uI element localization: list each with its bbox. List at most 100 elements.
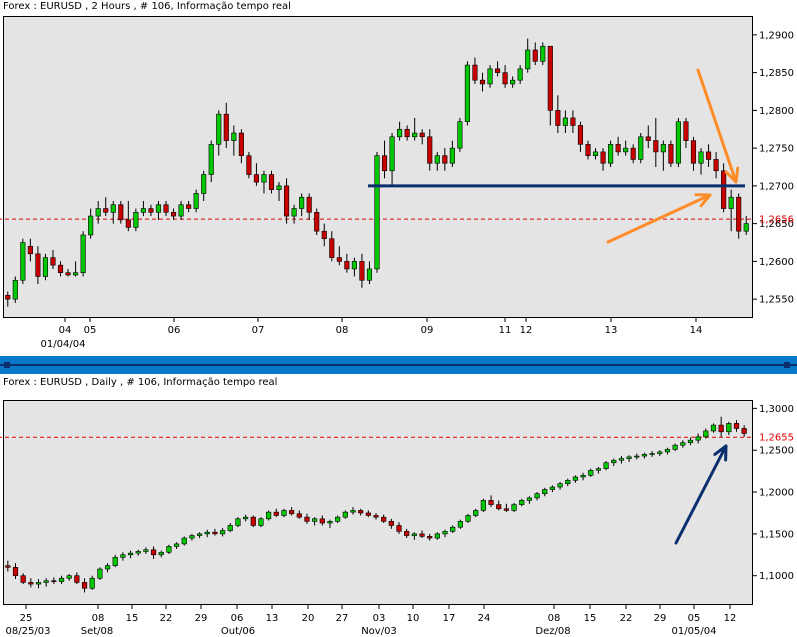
candle-up [120, 554, 126, 558]
splitter-handle-left[interactable] [4, 362, 10, 368]
candle-up [158, 551, 164, 556]
candle-down [57, 264, 64, 273]
x-date-label: 01/04/04 [41, 339, 86, 350]
candle-down [645, 136, 651, 141]
x-tick-label: 08 [92, 613, 105, 624]
candle-down [630, 147, 636, 160]
x-tick-label: 03 [373, 613, 386, 624]
hourly-chart-panel: Forex : EURUSD , 2 Hours , # 106, Inform… [0, 0, 797, 354]
candle-down [321, 230, 327, 240]
x-tick-label: 29 [654, 613, 667, 624]
candle-down [35, 253, 41, 277]
candle-up [534, 493, 540, 499]
candle-down [304, 516, 310, 522]
candle-up [641, 454, 648, 457]
x-tick-label: 13 [266, 613, 279, 624]
candle-down [118, 204, 124, 221]
x-tick-label: 27 [336, 613, 349, 624]
candle-down [5, 295, 11, 300]
x-tick-label: 08 [336, 325, 349, 336]
y-tick-label: 1,2550 [759, 295, 794, 306]
candle-down [81, 582, 88, 589]
candle-up [350, 510, 356, 513]
candle-up [389, 136, 395, 172]
x-tick-label: 12 [724, 613, 737, 624]
y-tick-label: 1,2750 [759, 144, 794, 155]
candle-down [404, 128, 410, 138]
candle-up [672, 444, 678, 450]
candle-up [457, 521, 463, 528]
candle-down [296, 513, 302, 518]
candle-up [261, 174, 267, 183]
candle-up [89, 577, 95, 589]
x-tick-label: 09 [421, 325, 434, 336]
candle-down [212, 531, 218, 535]
candle-up [511, 504, 517, 511]
panel-separator[interactable] [0, 354, 797, 376]
candle-down [532, 49, 538, 62]
candle-up [634, 455, 640, 458]
candle-down [488, 500, 494, 505]
candle-up [351, 261, 357, 270]
candle-down [268, 174, 275, 190]
candle-down [733, 423, 740, 429]
candle-up [660, 144, 666, 153]
candle-down [502, 72, 508, 85]
candle-up [695, 436, 701, 441]
candle-up [743, 223, 749, 232]
candle-up [664, 449, 671, 453]
x-date-label: 01/05/04 [672, 626, 717, 637]
candle-up [299, 196, 305, 209]
candle-up [526, 497, 533, 501]
candle-down [250, 516, 256, 526]
candle-down [125, 219, 131, 228]
candle-down [555, 110, 561, 126]
candle-up [608, 144, 614, 164]
candle-up [43, 580, 49, 583]
candle-up [412, 132, 418, 138]
candle-up [657, 451, 663, 454]
candle-down [289, 510, 295, 515]
candle-down [381, 155, 388, 172]
candle-up [519, 500, 525, 505]
candle-down [427, 136, 433, 164]
hourly-candlestick-chart[interactable]: 1,25501,26001,26501,27001,27501,28001,28… [0, 0, 797, 354]
candle-up [603, 462, 609, 469]
candle-up [366, 268, 373, 281]
candle-down [329, 238, 335, 258]
candle-up [374, 155, 380, 270]
candle-up [135, 551, 141, 554]
candle-down [74, 575, 80, 583]
candle-up [181, 537, 187, 545]
candle-down [690, 140, 697, 164]
y-tick-label: 1,2000 [759, 488, 794, 499]
x-tick-label: 12 [520, 325, 533, 336]
candle-down [577, 125, 584, 145]
candle-up [592, 151, 599, 156]
candle-up [104, 565, 111, 570]
candle-up [140, 208, 146, 213]
candle-down [381, 516, 387, 522]
daily-candlestick-chart[interactable]: 1,1000 1,1500 1,2000 1,2500 1,3000 1,2655 25 08… [0, 376, 797, 637]
x-tick-label: 11 [499, 325, 512, 336]
candle-up [335, 516, 341, 522]
candle-up [178, 204, 184, 217]
candle-up [611, 459, 617, 464]
candle-down [668, 144, 674, 164]
current-price-label: 1,2655 [759, 433, 794, 444]
x-tick-label: 14 [690, 325, 703, 336]
candle-down [150, 549, 157, 556]
candle-up [208, 144, 214, 175]
candle-up [710, 424, 717, 432]
candle-up [698, 151, 704, 164]
candle-down [479, 79, 486, 85]
candle-up [457, 121, 463, 149]
y-tick-label: 1,2900 [759, 30, 794, 41]
x-tick-label: 24 [478, 613, 491, 624]
candle-up [649, 453, 655, 455]
candle-up [487, 68, 493, 85]
candle-up [80, 234, 86, 273]
splitter-handle-right[interactable] [784, 362, 790, 368]
candle-up [580, 475, 586, 478]
candle-up [434, 155, 440, 164]
